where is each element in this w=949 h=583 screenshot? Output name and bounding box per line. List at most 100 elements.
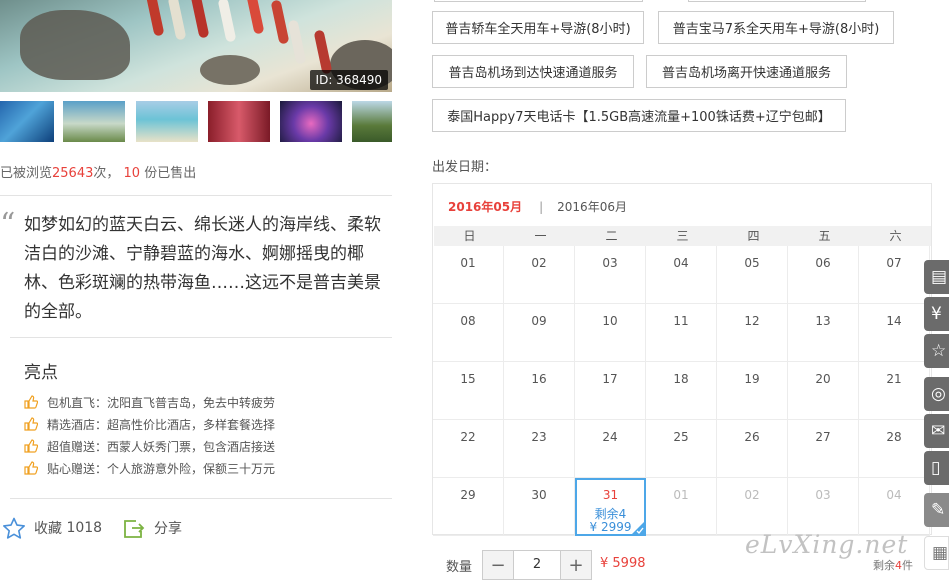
- favorite-float-button[interactable]: ☆: [924, 334, 949, 368]
- calendar-day-cell[interactable]: 19: [717, 362, 788, 420]
- calendar-day-cell[interactable]: 18: [646, 362, 717, 420]
- share-label: 分享: [154, 521, 182, 537]
- calendar-day-cell[interactable]: 12: [717, 304, 788, 362]
- highlight-item: 超值赠送 ：西蒙人妖秀门票，包含酒店接送: [24, 435, 275, 457]
- day-number: 13: [815, 314, 831, 328]
- day-number: 04: [673, 256, 689, 270]
- calendar-day-cell[interactable]: 04: [859, 478, 930, 536]
- day-number: 18: [673, 372, 689, 386]
- star-icon: ☆: [931, 341, 947, 361]
- calendar-day-cell[interactable]: 20: [788, 362, 859, 420]
- calendar-day-cell[interactable]: 06: [788, 246, 859, 304]
- option-button-partial[interactable]: [688, 0, 866, 2]
- option-sedan-guide[interactable]: 普吉轿车全天用车+导游(8小时): [432, 11, 644, 44]
- view-sold-stats: 已被浏览25643次， 10 份已售出: [0, 162, 196, 181]
- calendar-day-cell[interactable]: 30: [504, 478, 575, 536]
- photo-rock: [20, 10, 130, 80]
- highlight-item: 贴心赠送 ：个人旅游意外险，保额三十万元: [24, 457, 275, 479]
- calendar-day-cell[interactable]: 01: [646, 478, 717, 536]
- calendar-day-cell[interactable]: 28: [859, 420, 930, 478]
- thumbnail[interactable]: [0, 101, 54, 142]
- thumbnail[interactable]: [136, 101, 198, 142]
- day-number: 08: [460, 314, 476, 328]
- quantity-input[interactable]: 2: [513, 551, 561, 579]
- decrement-button[interactable]: −: [483, 551, 513, 579]
- mobile-float-button[interactable]: ▯: [924, 451, 949, 485]
- weibo-float-button[interactable]: ◎: [924, 377, 949, 411]
- calendar-day-cell[interactable]: 31 剩余4 ¥ 2999: [575, 478, 646, 536]
- calendar-day-cell[interactable]: 13: [788, 304, 859, 362]
- month-tab-may[interactable]: 2016年05月: [448, 198, 522, 215]
- month-separator: |: [539, 199, 544, 214]
- highlight-item: 包机直飞 ：沈阳直飞普吉岛，免去中转疲劳: [24, 391, 275, 413]
- option-airport-departure[interactable]: 普吉岛机场离开快速通道服务: [646, 55, 847, 88]
- option-button-partial[interactable]: [434, 0, 643, 2]
- calendar-day-cell[interactable]: 04: [646, 246, 717, 304]
- calendar-day-cell[interactable]: 21: [859, 362, 930, 420]
- remaining-suffix: 件: [902, 559, 913, 572]
- calendar-day-cell[interactable]: 14: [859, 304, 930, 362]
- wechat-float-button[interactable]: ✉: [924, 414, 949, 448]
- calendar-day-cell[interactable]: 22: [433, 420, 504, 478]
- clipboard-float-button[interactable]: ▤: [924, 260, 949, 294]
- day-number: 03: [815, 488, 831, 502]
- calendar-day-cell[interactable]: 23: [504, 420, 575, 478]
- thumbnail[interactable]: [280, 101, 342, 142]
- calendar-day-cell[interactable]: 17: [575, 362, 646, 420]
- pencil-icon: ✎: [931, 500, 946, 520]
- calendar-day-cell[interactable]: 09: [504, 304, 575, 362]
- day-number: 15: [460, 372, 476, 386]
- calendar-day-cell[interactable]: 05: [717, 246, 788, 304]
- calendar-day-cell[interactable]: 24: [575, 420, 646, 478]
- price-float-button[interactable]: ¥: [924, 297, 949, 331]
- weekday-header: 日 一 二 三 四 五 六: [434, 226, 931, 246]
- main-photo[interactable]: ID: 368490: [0, 0, 392, 92]
- view-count: 25643: [52, 166, 94, 181]
- day-number: 20: [815, 372, 831, 386]
- calendar-day-cell[interactable]: 03: [575, 246, 646, 304]
- calendar-day-cell[interactable]: 15: [433, 362, 504, 420]
- photo-boat: [217, 0, 237, 43]
- option-sim-card[interactable]: 泰国Happy7天电话卡【1.5GB高速流量+100铢话费+辽宁包邮】: [432, 99, 846, 132]
- calendar-day-cell[interactable]: 07: [859, 246, 930, 304]
- share-button[interactable]: 分享: [122, 517, 182, 539]
- thumbs-up-icon: [24, 461, 38, 475]
- calendar-day-cell[interactable]: 08: [433, 304, 504, 362]
- calendar-day-cell[interactable]: 25: [646, 420, 717, 478]
- calendar-day-cell[interactable]: 10: [575, 304, 646, 362]
- increment-button[interactable]: +: [561, 551, 591, 579]
- calendar-day-cell[interactable]: 29: [433, 478, 504, 536]
- calendar-day-cell[interactable]: 11: [646, 304, 717, 362]
- image-id-badge: ID: 368490: [309, 70, 388, 90]
- favorite-label: 收藏: [34, 521, 62, 537]
- highlights-title: 亮点: [24, 363, 58, 383]
- thumbs-up-icon: [24, 439, 38, 453]
- calendar-day-cell[interactable]: 16: [504, 362, 575, 420]
- thumbnail[interactable]: [352, 101, 392, 142]
- thumbnail[interactable]: [208, 101, 270, 142]
- qrcode-icon: ▦: [932, 543, 949, 563]
- thumbnail-strip: [0, 101, 392, 143]
- divider: [10, 337, 392, 338]
- option-airport-arrival[interactable]: 普吉岛机场到达快速通道服务: [432, 55, 634, 88]
- calendar-day-cell[interactable]: 27: [788, 420, 859, 478]
- calendar-day-cell[interactable]: 26: [717, 420, 788, 478]
- day-number: 11: [673, 314, 689, 328]
- photo-boat: [270, 0, 290, 45]
- favorite-button[interactable]: 收藏 1018: [2, 517, 102, 539]
- day-number: 23: [531, 430, 547, 444]
- month-tab-june[interactable]: 2016年06月: [557, 198, 627, 215]
- day-number: 02: [531, 256, 547, 270]
- edit-float-button[interactable]: ✎: [924, 493, 949, 527]
- qrcode-float-button[interactable]: ▦: [924, 536, 949, 570]
- highlight-label: 精选酒店: [47, 417, 96, 432]
- calendar-day-cell[interactable]: 02: [717, 478, 788, 536]
- photo-rock: [200, 55, 260, 85]
- calendar-day-cell[interactable]: 03: [788, 478, 859, 536]
- calendar-day-cell[interactable]: 02: [504, 246, 575, 304]
- day-number: 12: [744, 314, 760, 328]
- option-bmw-guide[interactable]: 普吉宝马7系全天用车+导游(8小时): [658, 11, 894, 44]
- remaining-stock: 剩余4件: [873, 557, 913, 573]
- calendar-day-cell[interactable]: 01: [433, 246, 504, 304]
- thumbnail[interactable]: [63, 101, 125, 142]
